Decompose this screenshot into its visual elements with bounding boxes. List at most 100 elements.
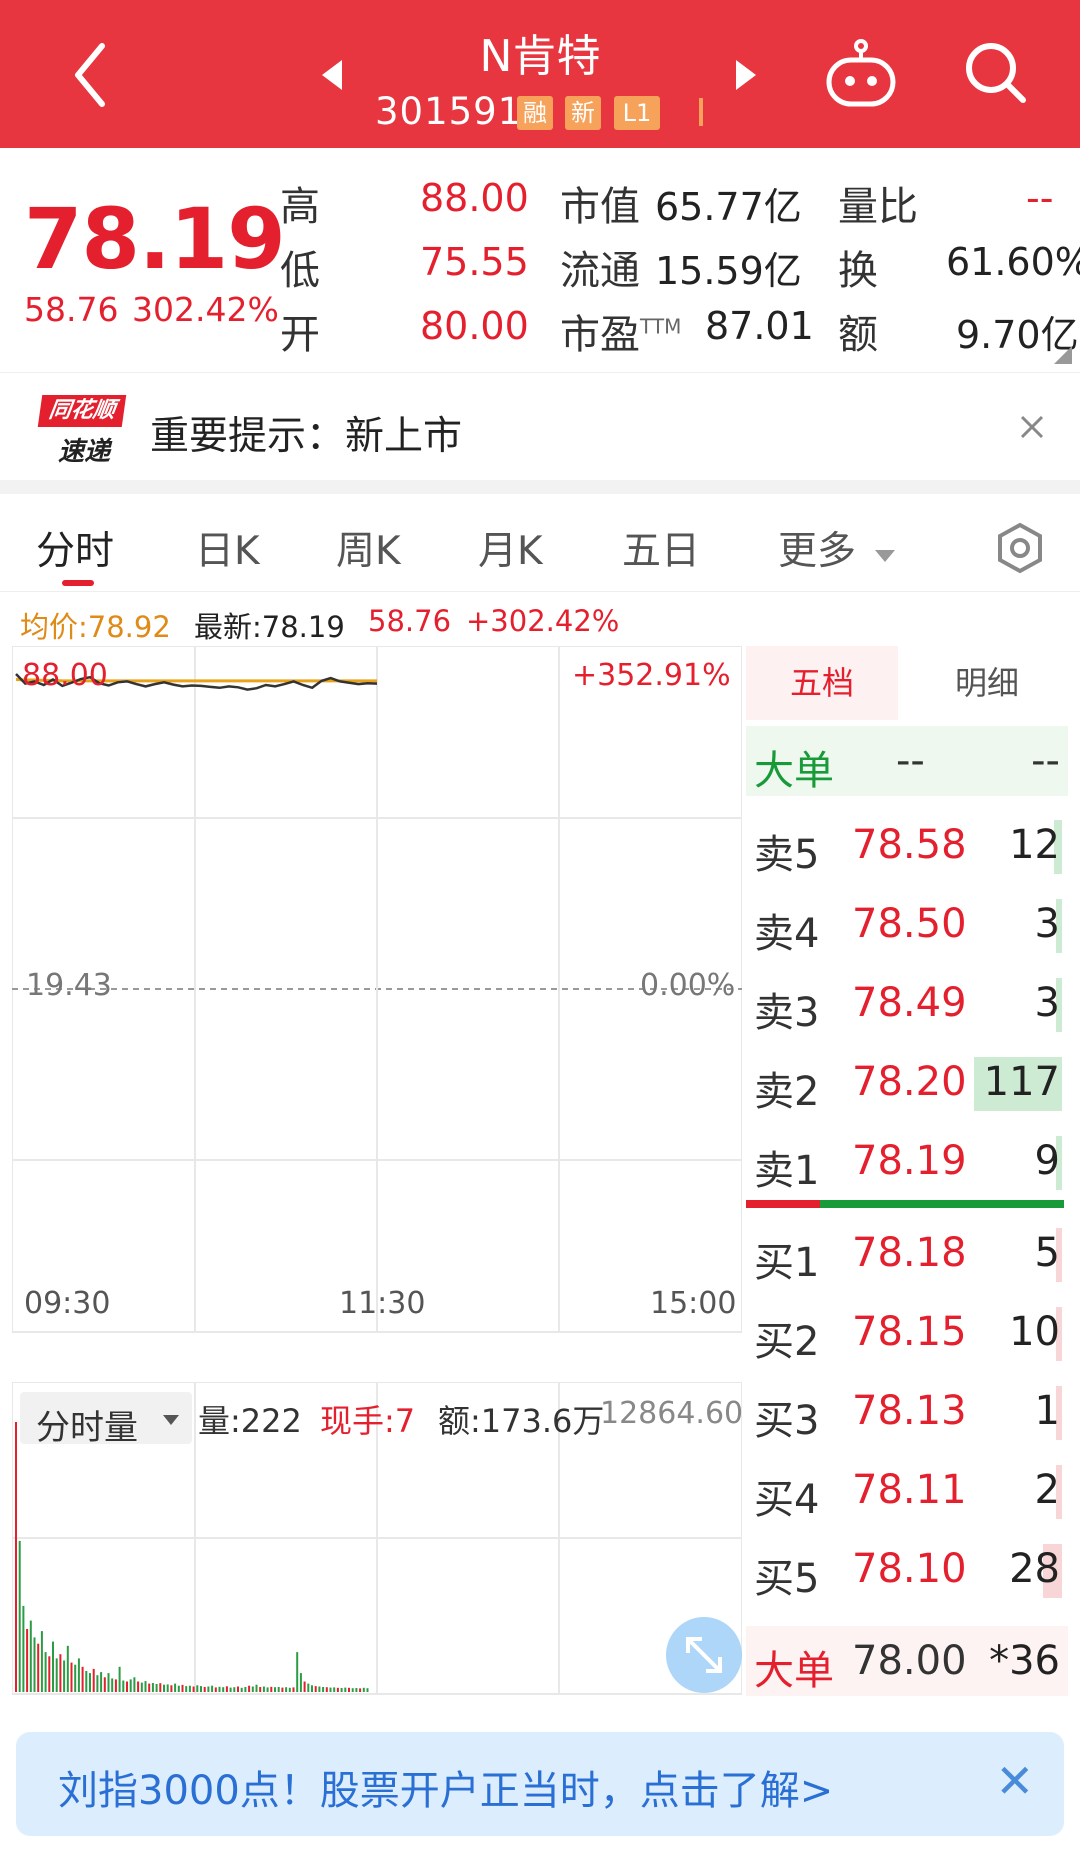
volume-bar	[211, 1685, 214, 1692]
volume-bar	[70, 1662, 73, 1692]
bid-ratio-bar-red	[746, 1200, 820, 1208]
volume-bar	[259, 1687, 262, 1692]
fullscreen-button[interactable]	[666, 1617, 742, 1693]
volume-bar	[314, 1686, 317, 1692]
buy-level-row[interactable]: 买5 78.10 28	[746, 1534, 1068, 1604]
open-label: 开	[280, 312, 320, 358]
x-label-start: 09:30	[24, 1286, 111, 1321]
sell-level-price: 78.19	[852, 1138, 967, 1184]
open-value: 80.00	[420, 304, 529, 348]
buy-level-row[interactable]: 买1 78.18 5	[746, 1218, 1068, 1288]
tab-intraday[interactable]: 分时	[36, 520, 114, 576]
volume-bar	[296, 1652, 299, 1692]
buy-level-label: 买3	[754, 1398, 820, 1444]
close-icon[interactable]: ✕	[995, 1754, 1034, 1808]
volume-bar	[244, 1687, 247, 1692]
turnover-label: 换	[838, 248, 878, 294]
volume-bar	[103, 1677, 106, 1692]
volume-bar	[107, 1673, 110, 1692]
stock-code: 301591	[375, 90, 523, 133]
tab-detail[interactable]: 明细	[906, 646, 1068, 720]
sell-level-row[interactable]: 卖1 78.19 9	[746, 1126, 1068, 1196]
volume-bar	[329, 1687, 332, 1692]
notice-message: 重要提示：新上市	[150, 414, 463, 459]
sell-level-row[interactable]: 卖3 78.49 3	[746, 968, 1068, 1038]
sell-level-label: 卖4	[754, 911, 820, 957]
sell-level-price: 78.58	[852, 822, 967, 868]
tab-five-day[interactable]: 五日	[622, 520, 700, 576]
volume-bar	[307, 1683, 310, 1692]
volume-bar	[351, 1688, 354, 1692]
notice-bar[interactable]: 同花顺 速递 重要提示：新上市	[0, 372, 1080, 480]
amount-label: 额	[838, 312, 878, 358]
volume-indicator-label: 分时量	[36, 1408, 138, 1448]
buy-level-row[interactable]: 买3 78.13 1	[746, 1376, 1068, 1446]
volume-bar	[262, 1686, 265, 1692]
expand-corner-icon[interactable]	[1052, 344, 1074, 366]
volume-bar	[85, 1671, 88, 1692]
volume-bar	[277, 1687, 280, 1692]
volume-bar	[237, 1686, 239, 1692]
volume-bar	[248, 1685, 251, 1692]
volume-bar	[133, 1677, 136, 1692]
volume-bar	[299, 1673, 302, 1692]
volume-bar	[288, 1687, 291, 1692]
sell-level-row[interactable]: 卖2 78.20 117	[746, 1047, 1068, 1117]
tab-more[interactable]: 更多	[778, 520, 896, 576]
float-cap-label: 流通	[560, 248, 640, 294]
volume-bar	[196, 1685, 199, 1692]
low-value: 75.55	[420, 240, 529, 284]
pct-mid-label: 0.00%	[640, 968, 736, 1003]
volume-bar	[292, 1687, 295, 1692]
volume-bar	[163, 1684, 165, 1692]
sell-level-row[interactable]: 卖4 78.50 3	[746, 889, 1068, 959]
big-order-bottom-price: 78.00	[852, 1638, 967, 1684]
volume-chart[interactable]: 分时量 量:222 现手:7 额:173.6万 12864.60	[11, 1381, 743, 1700]
buy-level-label: 买2	[754, 1319, 820, 1365]
settings-hex-icon[interactable]	[994, 522, 1046, 574]
big-order-bottom-label: 大单	[754, 1648, 834, 1694]
volume-bar	[200, 1686, 202, 1692]
sell-level-row[interactable]: 卖5 78.58 12	[746, 810, 1068, 880]
logo-bottom-text: 速递	[57, 437, 110, 467]
price-chart-svg	[11, 645, 743, 1333]
volume-bar	[111, 1678, 114, 1692]
big-order-val-2: --	[1031, 738, 1060, 784]
volume-bar	[77, 1658, 80, 1692]
chevron-down-icon	[163, 1415, 179, 1425]
sell-level-label: 卖2	[754, 1069, 820, 1115]
volume-bar	[270, 1686, 273, 1692]
buy-level-price: 78.15	[852, 1309, 967, 1355]
close-icon[interactable]	[1018, 413, 1046, 441]
tab-daily-k[interactable]: 日K	[195, 520, 260, 576]
volume-bar	[303, 1681, 306, 1692]
next-stock-icon[interactable]	[734, 58, 758, 92]
volume-indicator-select[interactable]: 分时量	[20, 1392, 192, 1448]
sell-level-qty: 9	[1034, 1138, 1060, 1184]
buy-level-qty: 10	[1009, 1309, 1060, 1355]
buy-level-row[interactable]: 买4 78.11 2	[746, 1455, 1068, 1525]
intraday-chart[interactable]: 88.00 +352.91% 19.43 0.00% 09:30 11:30 1…	[11, 645, 743, 1350]
buy-level-row[interactable]: 买2 78.15 10	[746, 1297, 1068, 1367]
high-label: 高	[280, 184, 320, 230]
tab-five-levels[interactable]: 五档	[746, 646, 898, 720]
search-icon[interactable]	[963, 40, 1029, 106]
market-cap-label: 市值	[560, 184, 640, 230]
volume-amount: 额:173.6万	[438, 1402, 605, 1440]
robot-icon[interactable]	[824, 38, 898, 110]
volume-bar	[100, 1672, 103, 1692]
volume-bar	[96, 1675, 99, 1692]
price-change-pct: 302.42%	[132, 290, 279, 329]
turnover-value: 61.60%	[946, 240, 1080, 284]
volume-bar	[144, 1681, 147, 1692]
volume-bar	[63, 1660, 66, 1692]
tab-monthly-k[interactable]: 月K	[478, 520, 543, 576]
promo-banner[interactable]: 刘指3000点！股票开户正当时，点击了解> ✕	[16, 1732, 1064, 1836]
sell-level-price: 78.20	[852, 1059, 967, 1105]
volume-bar	[359, 1688, 362, 1692]
tab-weekly-k[interactable]: 周K	[336, 520, 401, 576]
buy-level-qty: 28	[1009, 1546, 1060, 1592]
app-header: N肯特 301591 融 新 L1	[0, 0, 1080, 148]
buy-level-price: 78.18	[852, 1230, 967, 1276]
pe-label-text: 市盈	[560, 312, 640, 358]
